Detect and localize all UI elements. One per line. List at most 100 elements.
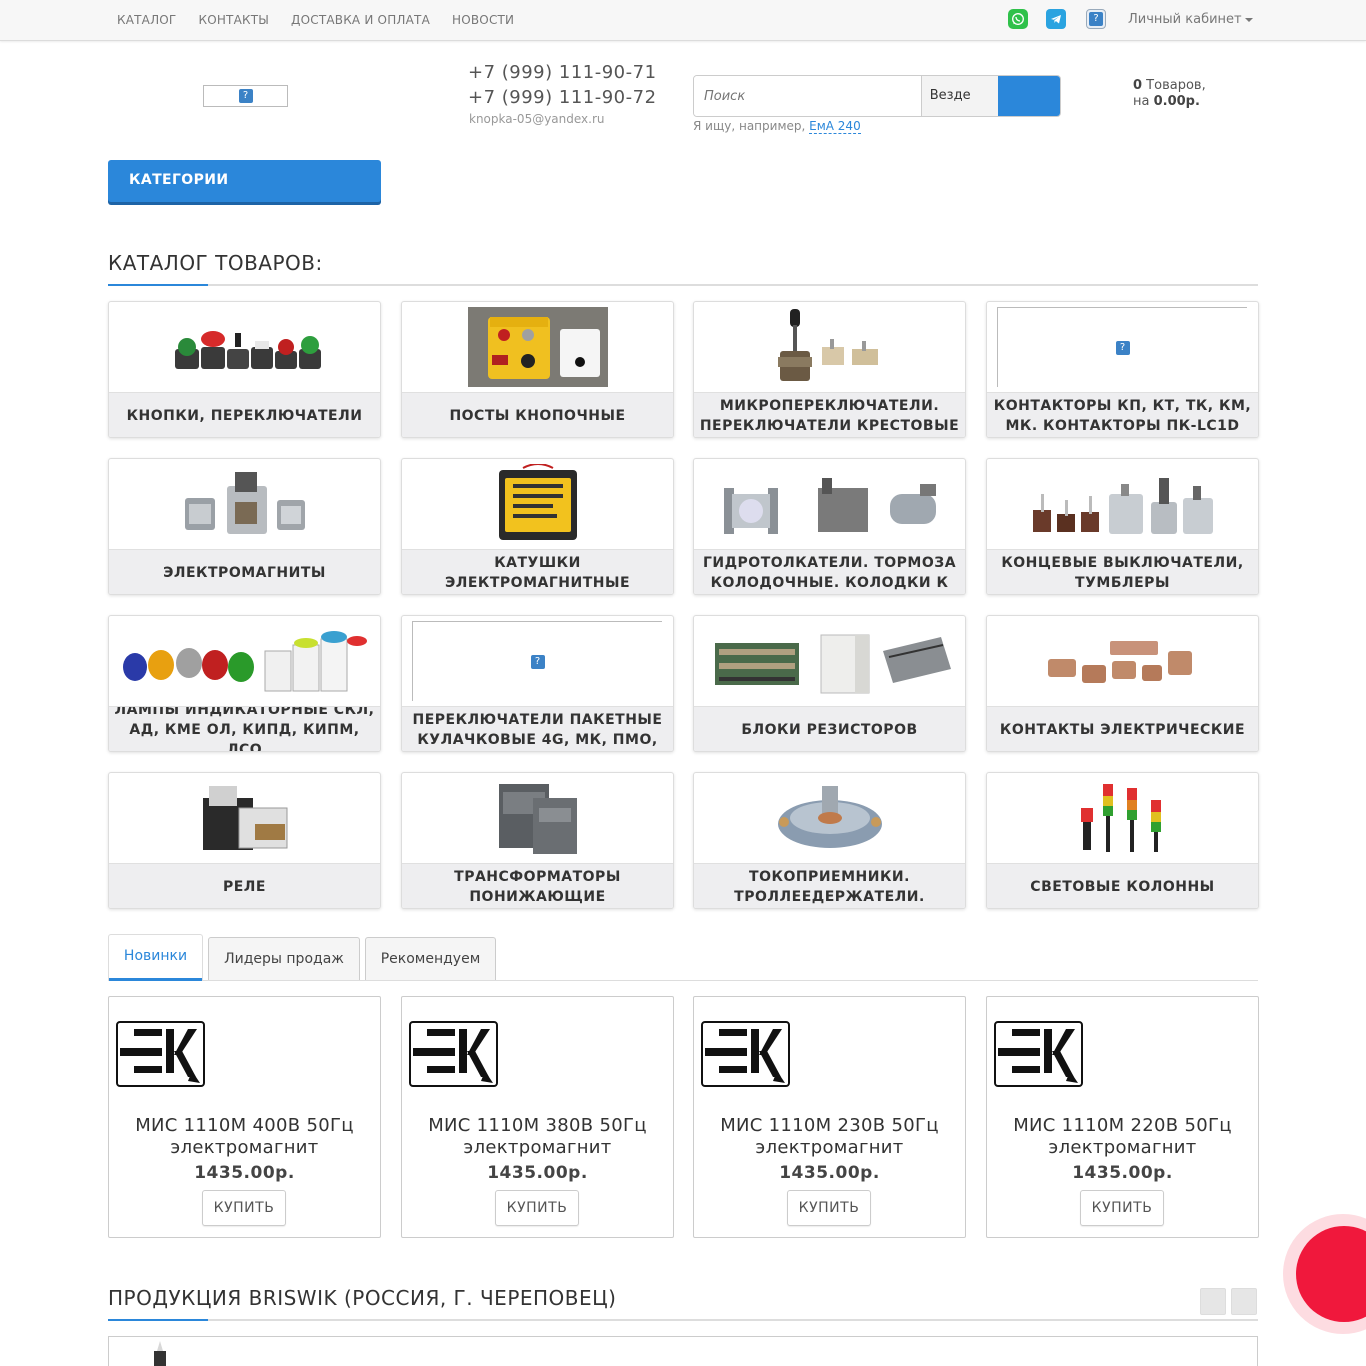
tab-recommended[interactable]: Рекомендуем — [365, 937, 496, 980]
email[interactable]: knopka-05@yandex.ru — [469, 112, 605, 126]
category-card-current-collectors[interactable]: Токоприемники. Троллеедержатели. — [693, 772, 966, 909]
electromagnet-image — [109, 459, 380, 549]
category-name: Электромагниты — [109, 549, 380, 594]
carousel-prev-button[interactable] — [1200, 1288, 1226, 1315]
cart-count-suffix: Товаров, — [1142, 78, 1206, 93]
site-logo[interactable]: ? — [203, 85, 288, 107]
buy-button[interactable]: КУПИТЬ — [495, 1190, 579, 1226]
product-price: 1435.00р. — [487, 1163, 588, 1183]
nav-news[interactable]: НОВОСТИ — [441, 0, 525, 40]
category-name: Контакторы КП, КТ, ТК, КМ, МК. Контактор… — [987, 392, 1258, 437]
lamp-image — [154, 1341, 166, 1366]
category-name: Посты кнопочные — [402, 392, 673, 437]
resistor-block-image — [694, 616, 965, 706]
category-card-relays[interactable]: Реле — [108, 772, 381, 909]
category-card-packet-switches[interactable]: ? Переключатели пакетные кулачковые 4G, … — [401, 615, 674, 752]
category-name: Реле — [109, 863, 380, 908]
buy-button[interactable]: КУПИТЬ — [202, 1190, 286, 1226]
personal-account-dropdown[interactable]: Личный кабинет — [1128, 0, 1253, 40]
product-card[interactable]: МИС 1110М 220В 50Гц электромагнит 1435.0… — [986, 996, 1259, 1238]
category-card-contacts[interactable]: Контакты электрические — [986, 615, 1259, 752]
broken-image-icon: ? — [997, 307, 1247, 387]
cart-sum-prefix: на — [1133, 94, 1154, 109]
top-nav-menu: КАТАЛОГ КОНТАКТЫ ДОСТАВКА И ОПЛАТА НОВОС… — [106, 0, 525, 40]
category-card-resistor-blocks[interactable]: Блоки резисторов — [693, 615, 966, 752]
category-name: Токоприемники. Троллеедержатели. — [694, 863, 965, 908]
search-input[interactable] — [694, 76, 921, 116]
limit-switch-image — [987, 459, 1258, 549]
search-hint-prefix: Я ищу, например, — [693, 119, 806, 133]
category-card-signal-towers[interactable]: Световые колонны — [986, 772, 1259, 909]
phone-1[interactable]: +7 (999) 111-90-71 — [468, 62, 657, 83]
cart-sum-line: на 0.00р. — [1133, 94, 1206, 110]
product-card[interactable]: МИС 1110М 400В 50Гц электромагнит 1435.0… — [108, 996, 381, 1238]
category-card-control-stations[interactable]: Посты кнопочные — [401, 301, 674, 438]
product-price: 1435.00р. — [779, 1163, 880, 1183]
category-name: Лампы индикаторные СКЛ, АД, КМЕ ОЛ, КИПД… — [109, 706, 380, 751]
category-name: Блоки резисторов — [694, 706, 965, 751]
tabs-baseline — [108, 980, 1258, 981]
catalog-title: КАТАЛОГ ТОВАРОВ: — [108, 251, 323, 275]
categories-button[interactable]: КАТЕГОРИИ — [108, 160, 381, 202]
cart-count-line: 0 Товаров, — [1133, 78, 1206, 94]
nav-delivery[interactable]: ДОСТАВКА И ОПЛАТА — [280, 0, 441, 40]
category-card-contactors[interactable]: ? Контакторы КП, КТ, ТК, КМ, МК. Контакт… — [986, 301, 1259, 438]
product-name[interactable]: МИС 1110М 400В 50Гц электромагнит — [109, 1115, 380, 1159]
tab-new[interactable]: Новинки — [108, 934, 203, 981]
category-name: Контакты электрические — [987, 706, 1258, 751]
briswik-title-underline — [108, 1319, 1258, 1321]
personal-account-label: Личный кабинет — [1128, 12, 1242, 27]
product-card[interactable]: МИС 1110М 230В 50Гц электромагнит 1435.0… — [693, 996, 966, 1238]
product-price: 1435.00р. — [194, 1163, 295, 1183]
search-form: Везде — [693, 75, 1061, 117]
ek-logo-icon — [994, 1021, 1083, 1087]
buy-button[interactable]: КУПИТЬ — [1080, 1190, 1164, 1226]
catalog-title-underline — [108, 284, 1258, 286]
product-name[interactable]: МИС 1110М 230В 50Гц электромагнит — [694, 1115, 965, 1159]
nav-catalog[interactable]: КАТАЛОГ — [106, 0, 187, 40]
broken-image-icon[interactable]: ? — [1086, 9, 1106, 29]
category-card-limit-switches[interactable]: Концевые выключатели, тумблеры — [986, 458, 1259, 595]
product-name[interactable]: МИС 1110М 220В 50Гц электромагнит — [987, 1115, 1258, 1159]
product-price: 1435.00р. — [1072, 1163, 1173, 1183]
contacts-image — [987, 616, 1258, 706]
search-hint: Я ищу, например, ЕмА 240 — [693, 119, 861, 134]
telegram-icon[interactable] — [1046, 9, 1066, 29]
category-name: Гидротолкатели. Тормоза колодочные. Коло… — [694, 549, 965, 594]
category-card-coils[interactable]: Катушки электромагнитные — [401, 458, 674, 595]
cart-sum: 0.00р. — [1153, 94, 1200, 109]
signal-tower-image — [987, 773, 1258, 863]
category-name: Концевые выключатели, тумблеры — [987, 549, 1258, 594]
search-button[interactable] — [998, 76, 1060, 116]
category-name: Трансформаторы понижающие — [402, 863, 673, 908]
search-hint-example[interactable]: ЕмА 240 — [809, 119, 861, 134]
category-card-buttons[interactable]: Кнопки, переключатели — [108, 301, 381, 438]
category-card-transformers[interactable]: Трансформаторы понижающие — [401, 772, 674, 909]
ek-logo-icon — [701, 1021, 790, 1087]
top-navbar: КАТАЛОГ КОНТАКТЫ ДОСТАВКА И ОПЛАТА НОВОС… — [0, 0, 1366, 41]
category-card-electromagnets[interactable]: Электромагниты — [108, 458, 381, 595]
category-name: Переключатели пакетные кулачковые 4G, МК… — [402, 706, 673, 751]
phone-2[interactable]: +7 (999) 111-90-72 — [468, 87, 657, 108]
category-name: Кнопки, переключатели — [109, 392, 380, 437]
coil-image — [402, 459, 673, 549]
brake-image — [694, 459, 965, 549]
category-name: Микропереключатели. Переключатели кресто… — [694, 392, 965, 437]
category-card-microswitches[interactable]: Микропереключатели. Переключатели кресто… — [693, 301, 966, 438]
whatsapp-icon[interactable] — [1008, 9, 1028, 29]
tab-bestsellers[interactable]: Лидеры продаж — [208, 937, 360, 980]
product-name[interactable]: МИС 1110М 380В 50Гц электромагнит — [402, 1115, 673, 1159]
category-card-indicator-lamps[interactable]: Лампы индикаторные СКЛ, АД, КМЕ ОЛ, КИПД… — [108, 615, 381, 752]
current-collector-image — [694, 773, 965, 863]
transformer-image — [402, 773, 673, 863]
category-card-hydraulic-pushers[interactable]: Гидротолкатели. Тормоза колодочные. Коло… — [693, 458, 966, 595]
buy-button[interactable]: КУПИТЬ — [787, 1190, 871, 1226]
briswik-product-card[interactable] — [108, 1336, 1258, 1366]
carousel-next-button[interactable] — [1231, 1288, 1257, 1315]
search-scope-select[interactable]: Везде — [920, 76, 999, 116]
control-station-image — [402, 302, 673, 392]
nav-contacts[interactable]: КОНТАКТЫ — [187, 0, 280, 40]
cart-summary[interactable]: 0 Товаров, на 0.00р. — [1133, 78, 1206, 110]
category-name: Катушки электромагнитные — [402, 549, 673, 594]
product-card[interactable]: МИС 1110М 380В 50Гц электромагнит 1435.0… — [401, 996, 674, 1238]
